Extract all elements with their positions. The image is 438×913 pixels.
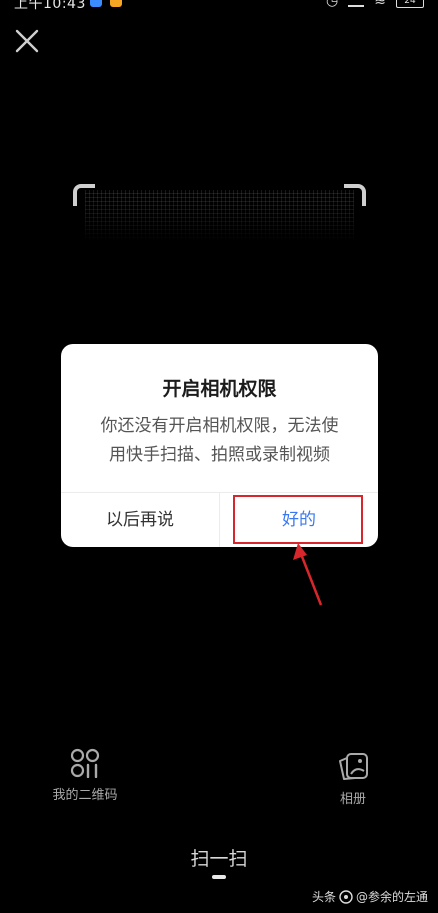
scan-frame [73,184,366,244]
my-qr-code-label: 我的二维码 [52,788,118,803]
scan-mode-tab[interactable]: 扫一扫 [0,844,438,871]
mode-indicator [212,875,226,879]
notification-app-icon [110,0,122,7]
battery-icon: 24 [396,0,424,8]
watermark-author: @参余的左通 [355,890,428,904]
dialog-message-line: 用快手扫描、拍照或录制视频 [109,445,330,465]
alarm-icon: ◷ [326,0,339,9]
scan-corner-top-right [344,184,366,206]
notification-app-icon [90,0,102,7]
watermark-prefix: 头条 [311,890,336,904]
album-button[interactable]: 相册 [320,752,386,807]
annotation-highlight-box [233,495,363,544]
my-qr-code-button[interactable]: 我的二维码 [40,748,130,803]
annotation-arrow-icon [293,543,323,606]
scan-grid [85,190,354,242]
dialog-title: 开启相机权限 [162,378,277,400]
watermark: 头条 @参余的左通 [312,888,428,905]
status-bar: 上午10:43 ◷ ≋ 24 [0,0,438,12]
later-button[interactable]: 以后再说 [61,493,219,547]
status-time: 上午10:43 [14,0,86,12]
dialog-message: 你还没有开启相机权限，无法使 用快手扫描、拍照或录制视频 [91,412,348,470]
album-icon [339,753,368,780]
signal-icon [348,0,365,7]
status-icons: ◷ ≋ 24 [326,0,424,9]
album-label: 相册 [339,792,366,807]
qr-code-icon [70,748,100,778]
wifi-icon: ≋ [374,0,386,9]
dialog-message-line: 你还没有开启相机权限，无法使 [100,416,339,436]
scan-corner-top-left [73,184,95,206]
toutiao-logo-icon [339,889,353,904]
close-icon[interactable] [14,28,40,54]
